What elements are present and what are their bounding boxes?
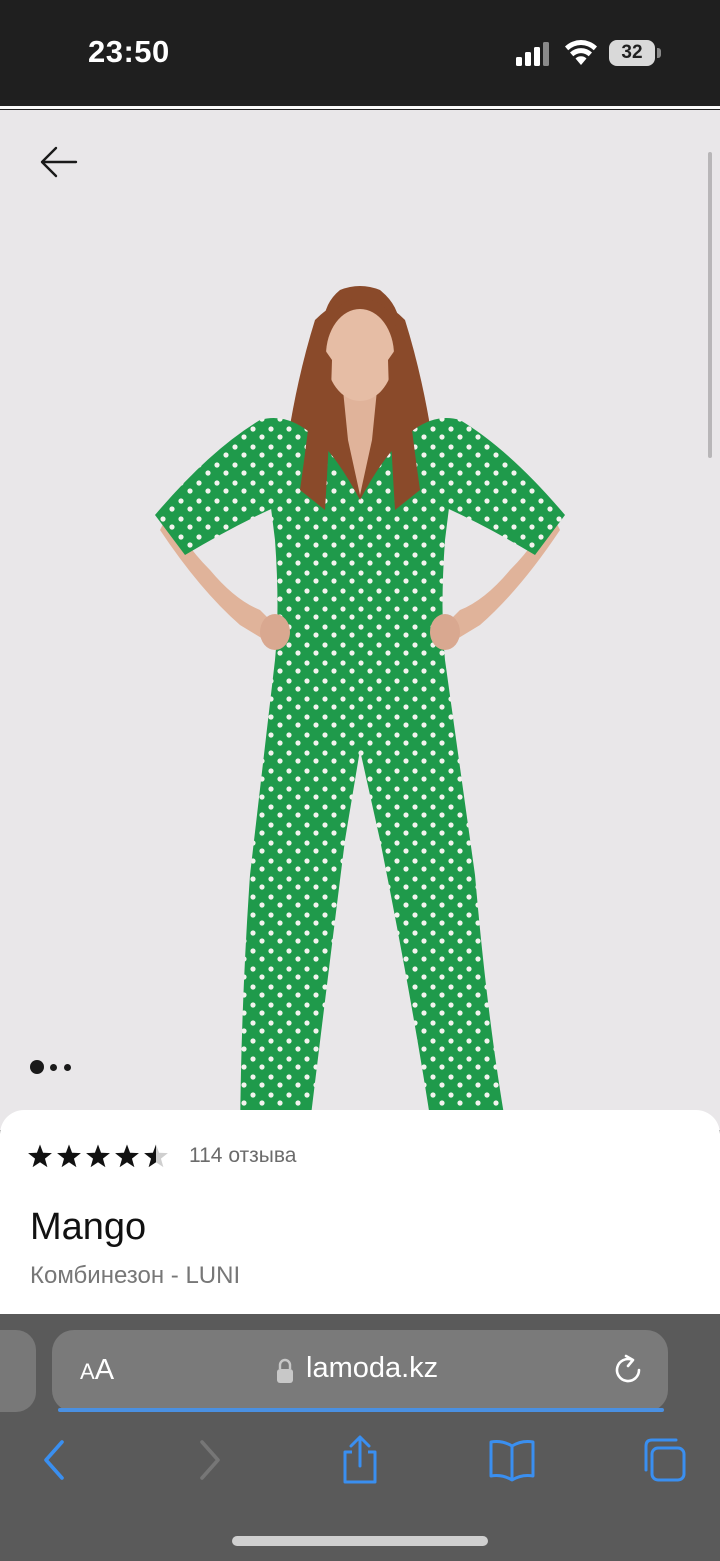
star-filled (28, 1144, 52, 1168)
text-size-button[interactable]: AA (80, 1354, 114, 1387)
cellular-signal-icon (516, 42, 549, 66)
home-indicator[interactable] (232, 1536, 488, 1546)
rating-stars (28, 1144, 168, 1168)
reload-icon[interactable] (610, 1352, 646, 1388)
share-icon[interactable] (332, 1432, 388, 1488)
image-carousel-dots[interactable] (30, 1060, 74, 1074)
battery-level: 32 (621, 42, 643, 63)
url-text[interactable]: lamoda.kz (306, 1352, 438, 1385)
carousel-dot[interactable] (50, 1064, 57, 1071)
star-filled (115, 1144, 139, 1168)
status-time: 23:50 (88, 34, 170, 69)
product-rating[interactable]: 114 отзыва (28, 1140, 296, 1172)
page-load-progress (58, 1408, 664, 1412)
scroll-indicator[interactable] (708, 152, 712, 458)
status-bar: 23:50 32 (0, 0, 720, 109)
reviews-count[interactable]: 114 отзыва (189, 1144, 296, 1168)
tabs-icon[interactable] (636, 1432, 692, 1488)
browser-back-icon[interactable] (28, 1432, 84, 1488)
battery-icon: 32 (609, 40, 661, 66)
wifi-icon (565, 40, 597, 65)
star-filled (57, 1144, 81, 1168)
carousel-dot[interactable] (64, 1064, 71, 1071)
product-name: Комбинезон - LUNI (30, 1262, 241, 1289)
star-filled (86, 1144, 110, 1168)
lock-icon (277, 1358, 293, 1383)
carousel-dot-active[interactable] (30, 1060, 44, 1074)
product-image-carousel[interactable] (0, 110, 720, 1130)
book-icon[interactable] (484, 1432, 540, 1488)
back-arrow-icon[interactable] (36, 140, 80, 184)
previous-tab-preview[interactable] (0, 1330, 36, 1412)
browser-forward-icon[interactable] (180, 1432, 236, 1488)
product-photo (155, 286, 565, 1130)
product-brand[interactable]: Mango (30, 1206, 146, 1249)
